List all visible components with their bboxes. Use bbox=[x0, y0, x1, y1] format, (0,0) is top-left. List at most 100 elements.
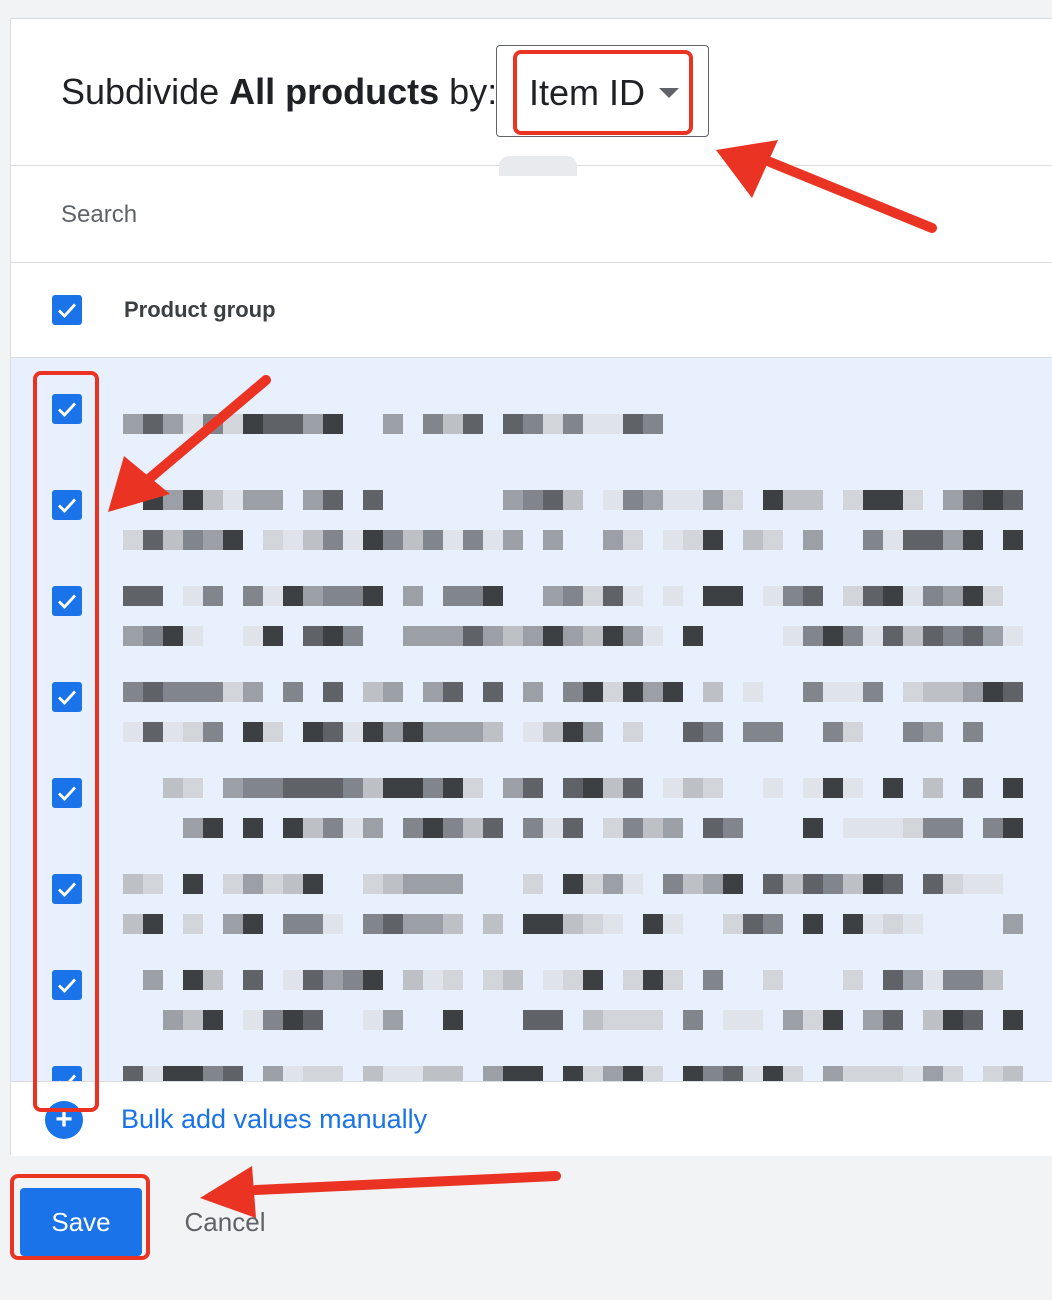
redacted-pixel bbox=[423, 626, 443, 646]
redacted-pixel bbox=[823, 722, 843, 742]
table-row[interactable] bbox=[11, 1048, 1052, 1081]
redacted-pixel bbox=[963, 586, 983, 606]
redacted-pixel bbox=[643, 414, 663, 434]
redacted-pixel bbox=[403, 778, 423, 798]
redacted-pixel bbox=[303, 586, 323, 606]
redacted-pixel bbox=[603, 490, 623, 510]
redacted-pixel bbox=[643, 490, 663, 510]
row-checkbox[interactable] bbox=[52, 1066, 82, 1081]
table-row[interactable] bbox=[11, 952, 1052, 1048]
redacted-pixel bbox=[463, 586, 483, 606]
redacted-pixel bbox=[883, 1066, 903, 1081]
row-checkbox[interactable] bbox=[52, 586, 82, 616]
redacted-pixel bbox=[343, 586, 363, 606]
redacted-pixel bbox=[723, 914, 743, 934]
redacted-pixel bbox=[263, 530, 283, 550]
redacted-pixel bbox=[303, 818, 323, 838]
bulk-add-link[interactable]: Bulk add values manually bbox=[121, 1104, 427, 1135]
redacted-pixel bbox=[623, 586, 643, 606]
redacted-pixel bbox=[983, 970, 1003, 990]
redacted-pixel bbox=[763, 914, 783, 934]
redacted-pixel bbox=[483, 626, 503, 646]
redacted-pixel bbox=[223, 914, 243, 934]
redacted-pixel bbox=[403, 586, 423, 606]
checkmark-icon bbox=[58, 594, 77, 610]
redacted-pixel bbox=[363, 722, 383, 742]
redacted-pixel bbox=[323, 818, 343, 838]
redacted-pixel bbox=[723, 874, 743, 894]
redacted-pixel bbox=[663, 682, 683, 702]
redacted-pixel bbox=[303, 1010, 323, 1030]
redacted-pixel bbox=[183, 1066, 203, 1081]
select-all-checkbox[interactable] bbox=[52, 295, 82, 325]
redacted-pixel bbox=[143, 914, 163, 934]
redacted-pixel bbox=[763, 970, 783, 990]
search-input[interactable] bbox=[59, 194, 463, 236]
redacted-pixel bbox=[423, 970, 443, 990]
redacted-pixel bbox=[883, 586, 903, 606]
redacted-pixel bbox=[363, 586, 383, 606]
redacted-pixel bbox=[743, 530, 763, 550]
redacted-pixel bbox=[1003, 914, 1023, 934]
table-row[interactable] bbox=[11, 664, 1052, 760]
row-checkbox[interactable] bbox=[52, 394, 82, 424]
table-row[interactable] bbox=[11, 472, 1052, 568]
redacted-pixel bbox=[303, 626, 323, 646]
add-circle-icon[interactable]: + bbox=[45, 1101, 83, 1139]
redacted-pixel bbox=[443, 1010, 463, 1030]
table-row[interactable] bbox=[11, 376, 1052, 472]
redacted-pixel bbox=[763, 490, 783, 510]
redacted-pixel bbox=[723, 1066, 743, 1081]
column-header-product-group: Product group bbox=[124, 297, 276, 322]
redacted-pixel bbox=[683, 778, 703, 798]
redacted-pixel bbox=[483, 722, 503, 742]
redacted-pixel bbox=[943, 530, 963, 550]
checkmark-icon bbox=[58, 498, 77, 514]
table-row[interactable] bbox=[11, 568, 1052, 664]
redacted-pixel bbox=[803, 682, 823, 702]
redacted-pixel bbox=[963, 970, 983, 990]
redacted-pixel bbox=[583, 914, 603, 934]
redacted-pixel bbox=[863, 626, 883, 646]
redacted-pixel bbox=[163, 414, 183, 434]
redacted-pixel bbox=[163, 722, 183, 742]
row-checkbox[interactable] bbox=[52, 682, 82, 712]
redacted-pixel bbox=[143, 414, 163, 434]
redacted-pixel bbox=[803, 818, 823, 838]
redacted-pixel bbox=[423, 874, 443, 894]
redacted-pixel bbox=[883, 914, 903, 934]
caret-down-icon bbox=[659, 88, 679, 98]
row-checkbox[interactable] bbox=[52, 970, 82, 1000]
cancel-button[interactable]: Cancel bbox=[160, 1188, 290, 1256]
redacted-pixel bbox=[363, 682, 383, 702]
redacted-pixel bbox=[1003, 682, 1023, 702]
row-checkbox[interactable] bbox=[52, 874, 82, 904]
redacted-pixel bbox=[783, 874, 803, 894]
redacted-pixel bbox=[843, 722, 863, 742]
checkmark-icon bbox=[59, 1074, 77, 1081]
redacted-pixel bbox=[223, 778, 243, 798]
redacted-pixel bbox=[503, 970, 523, 990]
redacted-pixel bbox=[603, 626, 623, 646]
redacted-pixel bbox=[263, 874, 283, 894]
dimension-dropdown[interactable]: Item ID bbox=[496, 45, 709, 137]
row-checkbox[interactable] bbox=[52, 778, 82, 808]
save-button[interactable]: Save bbox=[20, 1188, 142, 1256]
redacted-pixel bbox=[963, 874, 983, 894]
redacted-pixel bbox=[223, 530, 243, 550]
redacted-pixel bbox=[803, 490, 823, 510]
redacted-pixel bbox=[163, 490, 183, 510]
checkmark-icon bbox=[58, 882, 77, 898]
redacted-pixel bbox=[723, 490, 743, 510]
redacted-pixel bbox=[923, 874, 943, 894]
redacted-pixel bbox=[683, 874, 703, 894]
redacted-pixel bbox=[603, 874, 623, 894]
redacted-pixel bbox=[903, 1066, 923, 1081]
redacted-pixel bbox=[663, 490, 683, 510]
redacted-pixel bbox=[643, 1066, 663, 1081]
redacted-pixel bbox=[123, 1066, 143, 1081]
table-row[interactable] bbox=[11, 760, 1052, 856]
table-row[interactable] bbox=[11, 856, 1052, 952]
row-checkbox[interactable] bbox=[52, 490, 82, 520]
redacted-pixel bbox=[643, 970, 663, 990]
